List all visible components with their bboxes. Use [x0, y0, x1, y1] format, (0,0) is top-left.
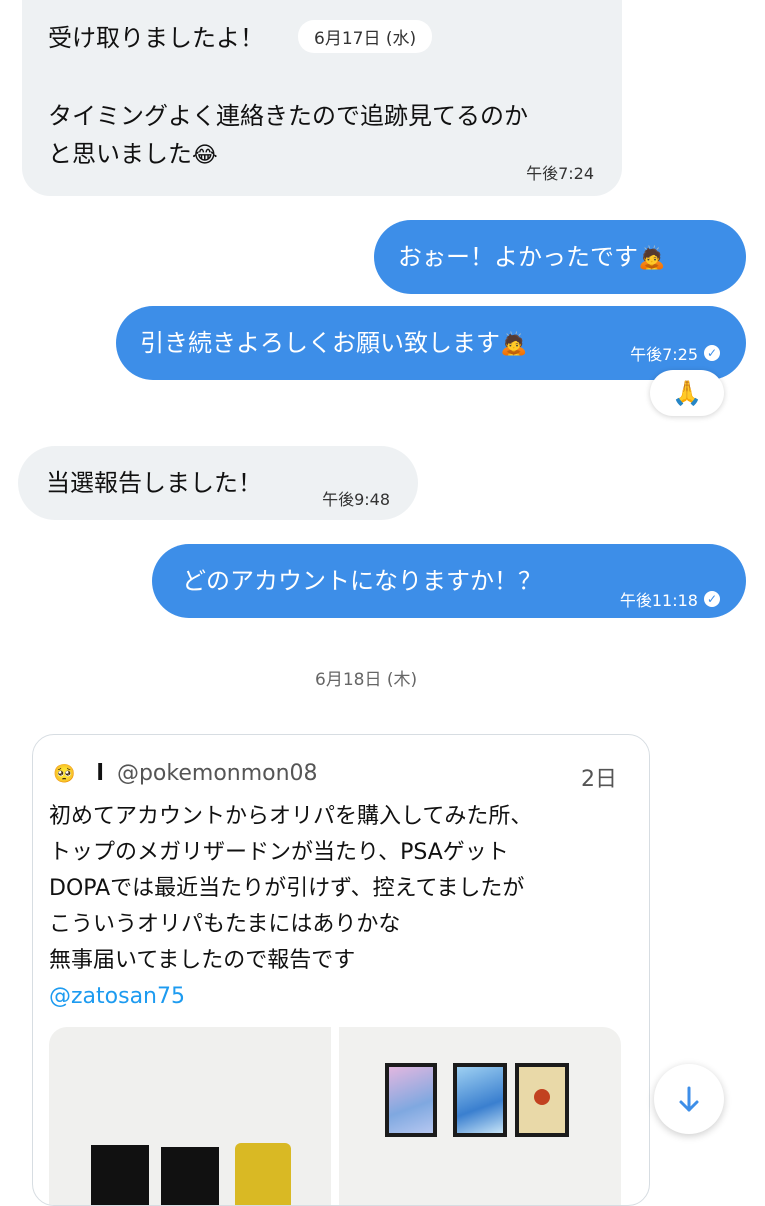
message-text: おぉー！よかったです: [398, 243, 638, 271]
message-bubble-outgoing[interactable]: おぉー！よかったです🙇: [374, 220, 746, 294]
tweet-photo[interactable]: [339, 1027, 621, 1205]
tweet-card[interactable]: 🥺 l @pokemonmon08 2日 初めてアカウントからオリパを購入してみ…: [32, 734, 650, 1206]
tweet-age: 2日: [581, 767, 617, 792]
tweet-header: 🥺 l @pokemonmon08 2日: [53, 761, 629, 792]
check-circle-icon: ✓: [704, 591, 720, 607]
card-sleeve-black: [161, 1147, 219, 1205]
message-timestamp: 午後7:24: [526, 164, 594, 183]
message-bubble-incoming[interactable]: 当選報告しました！ 午後9:48: [18, 446, 418, 520]
tweet-author-handle[interactable]: @pokemonmon08: [117, 761, 318, 786]
arrow-down-icon: [679, 1086, 699, 1112]
tweet-body: 初めてアカウントからオリパを購入してみた所、 トップのメガリザードンが当たり、P…: [49, 799, 639, 1015]
bowing-emoji-icon: 🙇: [638, 246, 666, 271]
tweet-text-line: 初めてアカウントからオリパを購入してみた所、: [49, 804, 533, 829]
tweet-mention[interactable]: @zatosan75: [49, 979, 639, 1015]
message-timestamp: 午後7:25: [630, 345, 698, 364]
folded-hands-emoji-icon: 🙏: [672, 379, 702, 407]
message-text: 引き続きよろしくお願い致します: [140, 329, 500, 357]
message-bubble-outgoing[interactable]: 引き続きよろしくお願い致します🙇 午後7:25 ✓: [116, 306, 746, 380]
tweet-text-line: 無事届いてましたので報告です: [49, 948, 356, 973]
card-sleeve-yellow: [235, 1143, 291, 1205]
framed-card: [453, 1063, 507, 1137]
message-timestamp: 午後9:48: [322, 490, 390, 509]
bowing-emoji-icon: 🙇: [500, 332, 528, 357]
message-text: どのアカウントになりますか！？: [182, 567, 542, 595]
tweet-author-name[interactable]: l: [96, 761, 104, 786]
framed-card: [515, 1063, 569, 1137]
check-circle-icon: ✓: [704, 345, 720, 361]
message-timestamp: 午後11:18: [619, 591, 698, 610]
date-separator: 6月17日 (水): [298, 20, 433, 53]
message-text: と思いました😂: [48, 140, 218, 168]
reaction-badge[interactable]: 🙏: [650, 370, 724, 416]
date-separator: 6月18日 (木): [315, 670, 418, 690]
scroll-to-bottom-button[interactable]: [654, 1064, 724, 1134]
message-bubble-outgoing[interactable]: どのアカウントになりますか！？ 午後11:18 ✓: [152, 544, 746, 618]
laughing-emoji-icon: 😂: [192, 143, 218, 168]
framed-card: [385, 1063, 437, 1137]
message-text: 受け取りましたよ！: [48, 24, 264, 52]
tweet-text-line: DOPAでは最近当たりが引けず、控えてましたが: [49, 876, 525, 901]
message-text: 当選報告しました！: [46, 469, 262, 497]
tweet-photo[interactable]: [49, 1027, 331, 1205]
tweet-text-line: トップのメガリザードンが当たり、PSAゲット: [49, 840, 509, 865]
timestamp-group: 午後7:25 ✓: [630, 334, 720, 373]
avatar[interactable]: 🥺: [53, 764, 75, 785]
message-text: タイミングよく連絡きたので追跡見てるのか: [48, 102, 528, 130]
timestamp-group: 午後11:18 ✓: [620, 580, 720, 619]
tweet-text-line: こういうオリパもたまにはありかな: [49, 912, 401, 937]
card-sleeve-black: [91, 1145, 149, 1205]
